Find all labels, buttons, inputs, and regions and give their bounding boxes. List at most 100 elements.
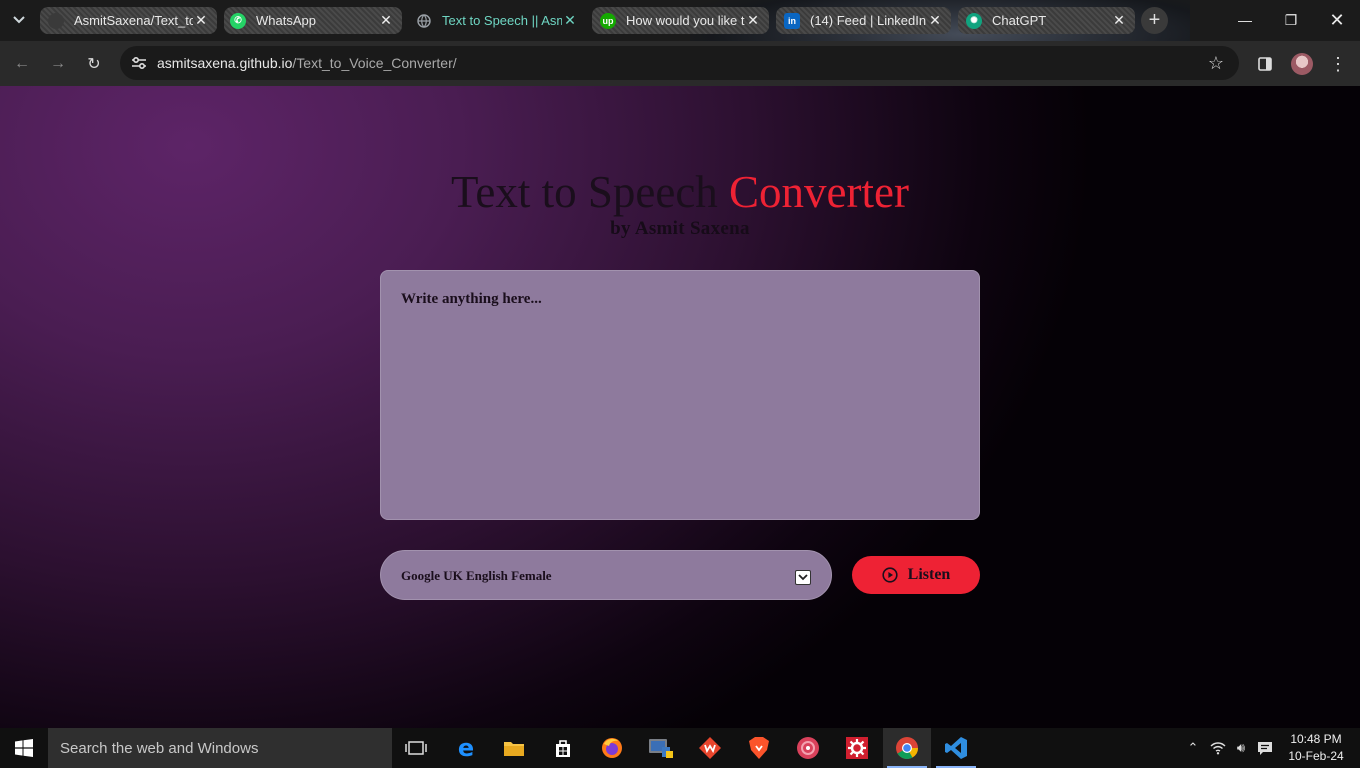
address-bar[interactable]: asmitsaxena.github.io/Text_to_Voice_Conv… — [120, 46, 1239, 80]
title-accent: Converter — [729, 167, 909, 217]
volume-button[interactable]: 🔊︎ — [1230, 728, 1252, 768]
close-icon[interactable]: ✕ — [745, 12, 761, 29]
settings-app[interactable] — [833, 728, 881, 768]
tab-title: ChatGPT — [992, 13, 1047, 28]
wps-icon — [699, 737, 721, 759]
close-icon[interactable]: ✕ — [927, 12, 943, 29]
firefox-app[interactable] — [588, 728, 636, 768]
windows-icon — [15, 739, 33, 757]
more-vert-icon: ⋮ — [1329, 53, 1347, 74]
voice-select-value: Google UK English Female — [401, 568, 552, 583]
close-icon[interactable]: ✕ — [1111, 12, 1127, 29]
tab-text-to-speech[interactable]: Text to Speech || Asm ✕ — [408, 7, 586, 34]
listen-button[interactable]: Listen — [852, 556, 980, 594]
tab-title: (14) Feed | LinkedIn — [810, 13, 927, 28]
plus-icon: + — [1148, 9, 1161, 31]
page-viewport: Text to Speech Converter by Asmit Saxena… — [0, 86, 1360, 728]
browser-tab-bar: AsmitSaxena/Text_to ✕ ✆ WhatsApp ✕ Text … — [0, 0, 1360, 41]
play-circle-icon — [882, 567, 898, 583]
listen-label: Listen — [907, 566, 951, 583]
music-app[interactable] — [784, 728, 832, 768]
firefox-icon — [602, 738, 622, 758]
minimize-button[interactable]: — — [1231, 8, 1259, 32]
chevron-up-icon: ⌃ — [1187, 740, 1199, 755]
clock-time: 10:48 PM — [1290, 732, 1342, 746]
reload-button[interactable]: ↻ — [81, 51, 107, 77]
profile-button[interactable] — [1289, 51, 1315, 77]
tab-search-button[interactable] — [6, 8, 32, 32]
close-icon: ✕ — [1329, 9, 1345, 30]
clock-date: 10-Feb-24 — [1288, 749, 1344, 763]
chatgpt-icon: ✺ — [966, 12, 982, 29]
tab-whatsapp[interactable]: ✆ WhatsApp ✕ — [224, 7, 402, 34]
tab-linkedin[interactable]: in (14) Feed | LinkedIn ✕ — [776, 7, 951, 34]
speaker-icon: 🔊︎ — [1236, 740, 1246, 755]
url-text: asmitsaxena.github.io/Text_to_Voice_Conv… — [157, 55, 457, 71]
chrome-icon — [896, 737, 918, 759]
arrow-right-icon: → — [50, 55, 66, 72]
url-host: asmitsaxena.github.io — [157, 55, 293, 71]
back-button[interactable]: ← — [9, 51, 35, 77]
action-center-button[interactable] — [1254, 728, 1276, 768]
vscode-app[interactable] — [932, 728, 980, 768]
edge-app[interactable]: e — [442, 728, 490, 768]
tab-upwork[interactable]: up How would you like t ✕ — [592, 7, 769, 34]
globe-icon — [416, 13, 432, 29]
network-button[interactable] — [1207, 728, 1229, 768]
music-icon — [797, 737, 819, 759]
browser-menu-button[interactable]: ⋮ — [1325, 51, 1351, 77]
task-view-icon — [405, 741, 427, 755]
restore-button[interactable]: ❐ — [1277, 8, 1305, 32]
wifi-icon — [1210, 742, 1226, 755]
store-icon — [556, 740, 570, 757]
chevron-down-icon — [13, 16, 25, 24]
brave-app[interactable] — [735, 728, 783, 768]
bookmark-star-icon[interactable]: ☆ — [1205, 52, 1227, 74]
taskbar-search[interactable]: Search the web and Windows — [48, 728, 392, 768]
forward-button[interactable]: → — [45, 51, 71, 77]
python-icon — [649, 739, 673, 758]
tab-github[interactable]: AsmitSaxena/Text_to ✕ — [40, 7, 217, 34]
voice-select[interactable]: Google UK English Female — [380, 550, 832, 600]
chevron-down-icon[interactable] — [795, 570, 811, 585]
close-icon[interactable]: ✕ — [378, 12, 394, 29]
taskbar-clock[interactable]: 10:48 PM 10-Feb-24 — [1286, 731, 1346, 765]
whatsapp-icon: ✆ — [230, 12, 246, 29]
author-byline: by Asmit Saxena — [610, 218, 750, 239]
close-window-button[interactable]: ✕ — [1323, 8, 1351, 32]
text-input[interactable] — [380, 270, 980, 520]
arrow-left-icon: ← — [14, 55, 30, 72]
tune-icon — [132, 56, 146, 70]
edge-icon: e — [457, 734, 475, 762]
restore-icon: ❐ — [1284, 11, 1298, 28]
store-app[interactable] — [539, 728, 587, 768]
python-app[interactable] — [637, 728, 685, 768]
tab-title: WhatsApp — [256, 13, 316, 28]
linkedin-icon: in — [784, 12, 800, 29]
tab-title: AsmitSaxena/Text_to — [74, 13, 193, 28]
reload-icon: ↻ — [87, 56, 101, 73]
file-explorer-app[interactable] — [490, 728, 538, 768]
windows-taskbar: Search the web and Windows e ⌃ 🔊︎ 10:48 … — [0, 728, 1360, 768]
vscode-icon — [945, 737, 967, 759]
tab-chatgpt[interactable]: ✺ ChatGPT ✕ — [958, 7, 1135, 34]
chrome-app[interactable] — [883, 728, 931, 768]
browser-toolbar: ← → ↻ asmitsaxena.github.io/Text_to_Voic… — [0, 41, 1360, 86]
tab-title: Text to Speech || Asm — [442, 13, 562, 28]
taskbar-search-placeholder: Search the web and Windows — [60, 740, 259, 757]
close-icon[interactable]: ✕ — [562, 12, 578, 29]
url-path: /Text_to_Voice_Converter/ — [292, 55, 457, 71]
task-view-button[interactable] — [392, 728, 440, 768]
wps-app[interactable] — [686, 728, 734, 768]
title-main: Text to Speech — [451, 167, 730, 217]
github-icon — [48, 12, 64, 29]
minimize-icon: — — [1238, 12, 1252, 28]
new-tab-button[interactable]: + — [1141, 7, 1168, 34]
start-button[interactable] — [0, 728, 48, 768]
show-hidden-icons-button[interactable]: ⌃ — [1183, 728, 1203, 768]
upwork-icon: up — [600, 12, 616, 29]
tab-title: How would you like t — [626, 13, 745, 28]
site-info-button[interactable] — [128, 52, 150, 74]
close-icon[interactable]: ✕ — [193, 12, 209, 29]
side-panel-button[interactable] — [1252, 51, 1278, 77]
